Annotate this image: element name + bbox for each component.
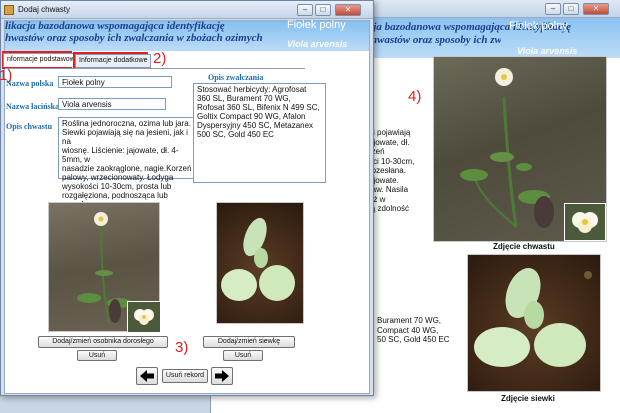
- arrow-left-icon: [140, 370, 154, 382]
- dialog-header-line2: hwastów oraz sposoby ich zwalczania w zb…: [5, 32, 263, 44]
- desc-line: ajowate.: [369, 175, 399, 185]
- close-icon[interactable]: ✕: [583, 3, 609, 15]
- desc-line: ki pojawiają: [369, 128, 411, 137]
- control-line: Stosować herbicydy: Agrofosat: [197, 85, 307, 94]
- main-header-line2: hwastów oraz sposoby ich zwalczania w zb…: [371, 34, 501, 46]
- main-latin-name: Viola arvensis: [517, 46, 578, 56]
- tab-divider: [5, 68, 305, 69]
- annotation-2: 2): [153, 50, 167, 67]
- desc-line: raw. Nasila: [369, 185, 409, 194]
- label-control: Opis zwalczania: [208, 73, 264, 82]
- main-description-fragment: ki pojawiają ajowate, dł. rzeń ści 10-30…: [369, 128, 439, 214]
- herb-line: 50 SC, Gold 450 EC: [377, 335, 450, 344]
- desc-line: ajowate, dł.: [369, 137, 410, 147]
- delete-adult-button[interactable]: Usuń: [77, 350, 117, 361]
- description-line: Siewki pojawiają się na jesieni, jak i n…: [62, 128, 188, 146]
- maximize-icon[interactable]: □: [315, 4, 331, 16]
- next-button[interactable]: [211, 367, 233, 385]
- dialog-latin-name: Viola arvensis: [287, 39, 348, 49]
- minimize-icon[interactable]: –: [297, 4, 313, 16]
- description-line: wysokości 10-30cm, prosta lub: [62, 182, 172, 191]
- dialog-header-line1: likacja bazodanowa wspomagająca identyfi…: [5, 20, 225, 32]
- dialog-body: likacja bazodanowa wspomagająca identyfi…: [0, 19, 370, 394]
- seedling-image: [474, 267, 592, 367]
- dialog-species-name: Fiołek polny: [287, 19, 346, 31]
- description-line: nasadzie zaokrąglone, nagie.Korzeń: [62, 164, 192, 173]
- add-weeds-dialog: Dodaj chwasty – □ ✕ likacja bazodanowa w…: [0, 0, 374, 396]
- dialog-titlebar: Dodaj chwasty – □ ✕: [1, 1, 373, 19]
- arrow-right-icon: [215, 370, 229, 382]
- weed-photo: [433, 56, 607, 242]
- desc-line: rzeń: [369, 147, 385, 156]
- seedling-photo-caption: Zdjęcie siewki: [501, 394, 555, 403]
- seedling-photo: [467, 254, 601, 392]
- control-line: 360 SL, Burament 70 WG,: [197, 94, 291, 103]
- annotation-3: 3): [175, 339, 189, 356]
- flower-inset: [564, 203, 606, 241]
- add-adult-button[interactable]: Dodaj/zmień osobnika dorosłego: [38, 336, 168, 348]
- label-latin-name: Nazwa łacińska: [6, 102, 60, 111]
- description-line: wiosnę. Liścienie: jajowate, dł. 4-5mm, …: [62, 146, 179, 164]
- herb-line: Burament 70 WG,: [377, 316, 442, 325]
- minimize-icon[interactable]: –: [545, 3, 561, 15]
- close-icon[interactable]: ✕: [335, 4, 361, 16]
- tab-additional-info[interactable]: Informacje dodatkowe: [75, 54, 152, 68]
- control-line: 500 SC, Gold 450 EC: [197, 130, 274, 139]
- control-field[interactable]: Stosować herbicydy: Agrofosat 360 SL, Bu…: [193, 83, 326, 183]
- maximize-icon[interactable]: □: [563, 3, 579, 15]
- description-line: Roślina jednoroczna, ozima lub jara.: [62, 119, 191, 128]
- weed-photo-caption: Zdjęcie chwastu: [493, 242, 555, 251]
- control-line: Rofosat 360 SL, Bifenix N 499 SC,: [197, 103, 320, 112]
- add-seedling-button[interactable]: Dodaj/zmień siewkę: [203, 336, 295, 348]
- herb-line: Compact 40 WG,: [377, 325, 439, 335]
- latin-name-field[interactable]: Viola arvensis: [58, 98, 166, 110]
- desc-line: ści 10-30cm,: [369, 156, 415, 166]
- dialog-title: Dodaj chwasty: [18, 5, 71, 14]
- description-field[interactable]: Roślina jednoroczna, ozima lub jara. Sie…: [58, 117, 202, 209]
- desc-line: ją zdolność: [369, 204, 410, 213]
- adult-weed-photo: [48, 202, 161, 333]
- dialog-header: likacja bazodanowa wspomagająca identyfi…: [5, 19, 369, 51]
- desc-line: rozesłana.: [369, 166, 406, 175]
- description-line: palowy, wrzecionowaty. Łodyga: [62, 173, 174, 182]
- control-line: Goltix Compact 90 WG, Afalon: [197, 112, 306, 121]
- seedling-preview-photo: [216, 202, 304, 324]
- polish-name-field[interactable]: Fiołek polny: [58, 76, 172, 88]
- previous-button[interactable]: [136, 367, 158, 385]
- control-line: Dyspersyjny 450 SC, Metazanex: [197, 121, 314, 130]
- annotation-4: 4): [408, 88, 422, 105]
- adult-flower-inset: [127, 301, 161, 333]
- delete-record-button[interactable]: Usuń rekord: [162, 369, 208, 383]
- tab-basic-info[interactable]: nformacje podstawowe: [3, 53, 83, 67]
- label-polish-name: Nazwa polska: [6, 79, 54, 88]
- seedling-preview-image: [221, 217, 295, 301]
- label-description: Opis chwastu: [6, 122, 53, 131]
- delete-seedling-button[interactable]: Usuń: [223, 350, 263, 361]
- app-icon: [4, 5, 14, 15]
- desc-line: óż w: [369, 194, 386, 204]
- main-herbicides-fragment: Burament 70 WG, Compact 40 WG, 50 SC, Go…: [377, 316, 477, 345]
- main-species-name: Fiołek polny: [509, 20, 568, 32]
